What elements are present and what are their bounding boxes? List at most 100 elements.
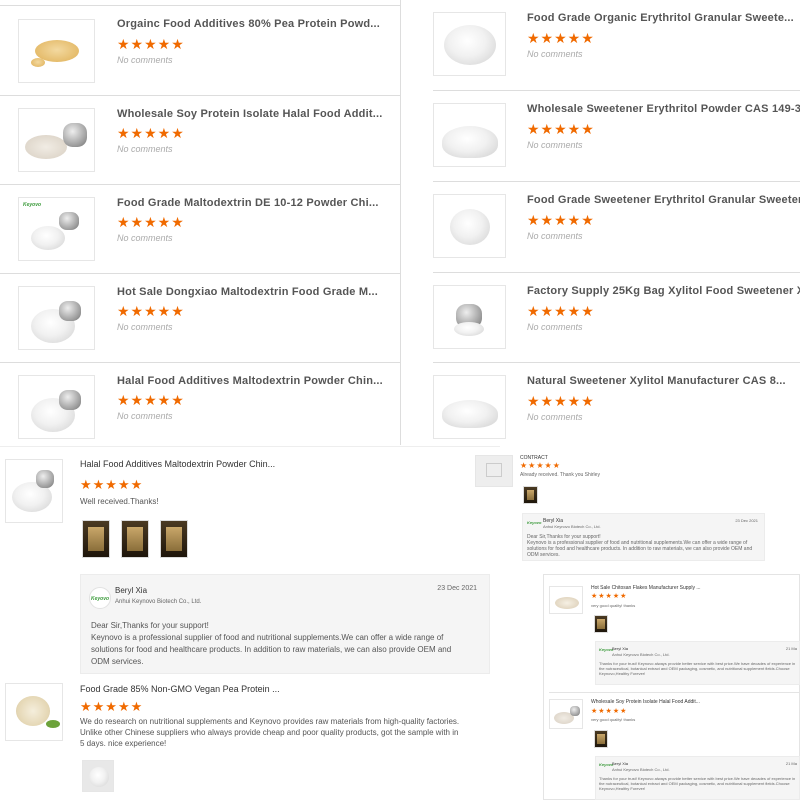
rating-stars: ★★★★★: [117, 303, 185, 319]
review-product-image[interactable]: [5, 459, 63, 523]
review-photo[interactable]: [121, 520, 149, 558]
row-divider: [549, 692, 800, 693]
seller-reply: Keyovo Beryl Xia Anhui Keynovo Biotech C…: [80, 574, 490, 674]
comment-count: No comments: [117, 233, 173, 243]
section-divider: [0, 446, 500, 447]
comment-count: No comments: [527, 231, 583, 241]
review-photo[interactable]: [82, 520, 110, 558]
review-text: very good quality! thanks: [591, 603, 636, 608]
reply-date: 23 Dec 2021: [735, 518, 758, 523]
product-title[interactable]: Factory Supply 25Kg Bag Xylitol Food Swe…: [527, 285, 800, 297]
comment-count: No comments: [117, 55, 173, 65]
review-product-title[interactable]: Food Grade 85% Non-GMO Vegan Pea Protein…: [80, 684, 280, 694]
comment-count: No comments: [527, 322, 583, 332]
product-image-erythritol[interactable]: [433, 12, 506, 76]
comment-count: No comments: [117, 411, 173, 421]
comment-count: No comments: [527, 49, 583, 59]
review-product-title[interactable]: Halal Food Additives Maltodextrin Powder…: [80, 459, 275, 469]
row-divider: [0, 273, 400, 274]
brand-logo: Keyovo: [90, 596, 110, 602]
reply-text: Dear Sir,Thanks for your support! Keynov…: [91, 621, 452, 666]
product-title[interactable]: Wholesale Soy Protein Isolate Halal Food…: [117, 108, 383, 120]
seller-company: Anhui Keynovo Biotech Co., Ltd.: [543, 524, 601, 529]
review-photo[interactable]: [594, 615, 608, 633]
rating-stars: ★★★★★: [527, 30, 595, 46]
review-text: very good quality! thanks: [591, 717, 636, 722]
reply-text: Thanks for your trust! Keynovo always pr…: [599, 776, 796, 791]
seller-name: Beryl Xia: [115, 586, 148, 595]
review-product-image[interactable]: [475, 455, 513, 487]
seller-company: Anhui Keynovo Biotech Co., Ltd.: [115, 599, 202, 605]
reply-date: 21 Ma: [785, 646, 797, 651]
product-image-maltodextrin[interactable]: [18, 375, 95, 439]
product-title[interactable]: Natural Sweetener Xylitol Manufacturer C…: [527, 375, 786, 387]
review-text: Already received. Thank you Shirley: [520, 472, 600, 478]
review-product-image[interactable]: [5, 683, 63, 741]
comment-count: No comments: [117, 322, 173, 332]
row-divider: [433, 362, 800, 363]
comment-count: No comments: [117, 144, 173, 154]
comment-count: No comments: [527, 412, 583, 422]
row-divider: [433, 90, 800, 91]
review-photo[interactable]: [160, 520, 188, 558]
rating-stars: ★★★★★: [527, 212, 595, 228]
rating-stars: ★★★★★: [80, 699, 144, 714]
row-divider: [433, 181, 800, 182]
row-divider: [0, 362, 400, 363]
rating-stars: ★★★★★: [520, 461, 561, 470]
product-image-erythritol[interactable]: [433, 194, 506, 258]
product-image-maltodextrin[interactable]: Keyovo: [18, 197, 95, 261]
column-divider: [400, 0, 401, 445]
review-text: Well received.Thanks!: [80, 497, 159, 506]
rating-stars: ★★★★★: [80, 477, 144, 492]
row-divider: [433, 272, 800, 273]
review-photo[interactable]: [594, 730, 608, 748]
seller-company: Anhui Keynovo Biotech Co., Ltd.: [612, 767, 670, 772]
product-image-pea-protein[interactable]: [18, 19, 95, 83]
rating-stars: ★★★★★: [117, 125, 185, 141]
review-photo[interactable]: [82, 760, 114, 792]
product-title[interactable]: Halal Food Additives Maltodextrin Powder…: [117, 375, 383, 387]
brand-logo: Keyovo: [527, 520, 542, 525]
rating-stars: ★★★★★: [117, 392, 185, 408]
product-title[interactable]: Food Grade Sweetener Erythritol Granular…: [527, 194, 800, 206]
product-image-xylitol[interactable]: [433, 375, 506, 439]
reply-date: 23 Dec 2021: [437, 585, 477, 592]
seller-reply: Keyovo Beryl Xia Anhui Keynovo Biotech C…: [595, 756, 800, 800]
rating-stars: ★★★★★: [591, 593, 628, 600]
product-title[interactable]: Food Grade Maltodextrin DE 10-12 Powder …: [117, 197, 379, 209]
product-image-xylitol[interactable]: [433, 285, 506, 349]
comment-count: No comments: [527, 140, 583, 150]
seller-reply: Keyovo Beryl Xia Anhui Keynovo Biotech C…: [595, 641, 800, 685]
reply-text: Dear Sir,Thanks for your support! Keynov…: [527, 534, 753, 558]
product-image-erythritol[interactable]: [433, 103, 506, 167]
seller-avatar: Keyovo: [89, 587, 111, 609]
review-product-title[interactable]: Hot Sale Chitosan Flakes Manufacturer Su…: [591, 585, 701, 591]
seller-name: Beryl Xia: [612, 646, 629, 651]
review-product-image[interactable]: [549, 586, 583, 614]
product-title[interactable]: Food Grade Organic Erythritol Granular S…: [527, 12, 794, 24]
rating-stars: ★★★★★: [527, 303, 595, 319]
rating-stars: ★★★★★: [527, 121, 595, 137]
reply-text: Thanks for your trust! Keynovo always pr…: [599, 661, 796, 676]
product-title[interactable]: Wholesale Sweetener Erythritol Powder CA…: [527, 103, 800, 115]
brand-logo: Keyovo: [23, 202, 42, 208]
seller-name: Beryl Xia: [612, 761, 629, 766]
product-title[interactable]: Orgainc Food Additives 80% Pea Protein P…: [117, 18, 380, 30]
review-product-title[interactable]: Wholesale Soy Protein Isolate Halal Food…: [591, 699, 700, 705]
seller-reply: Keyovo Beryl Xia Anhui Keynovo Biotech C…: [522, 513, 765, 561]
product-image-soy-protein[interactable]: [18, 108, 95, 172]
rating-stars: ★★★★★: [117, 214, 185, 230]
reply-date: 21 Ma: [785, 761, 797, 766]
review-photo[interactable]: [523, 486, 538, 504]
rating-stars: ★★★★★: [591, 708, 628, 715]
rating-stars: ★★★★★: [527, 393, 595, 409]
row-divider: [0, 5, 400, 6]
seller-company: Anhui Keynovo Biotech Co., Ltd.: [612, 652, 670, 657]
product-image-maltodextrin[interactable]: [18, 286, 95, 350]
review-product-image[interactable]: [549, 699, 583, 729]
rating-stars: ★★★★★: [117, 36, 185, 52]
row-divider: [0, 184, 400, 185]
row-divider: [0, 95, 400, 96]
product-title[interactable]: Hot Sale Dongxiao Maltodextrin Food Grad…: [117, 286, 378, 298]
